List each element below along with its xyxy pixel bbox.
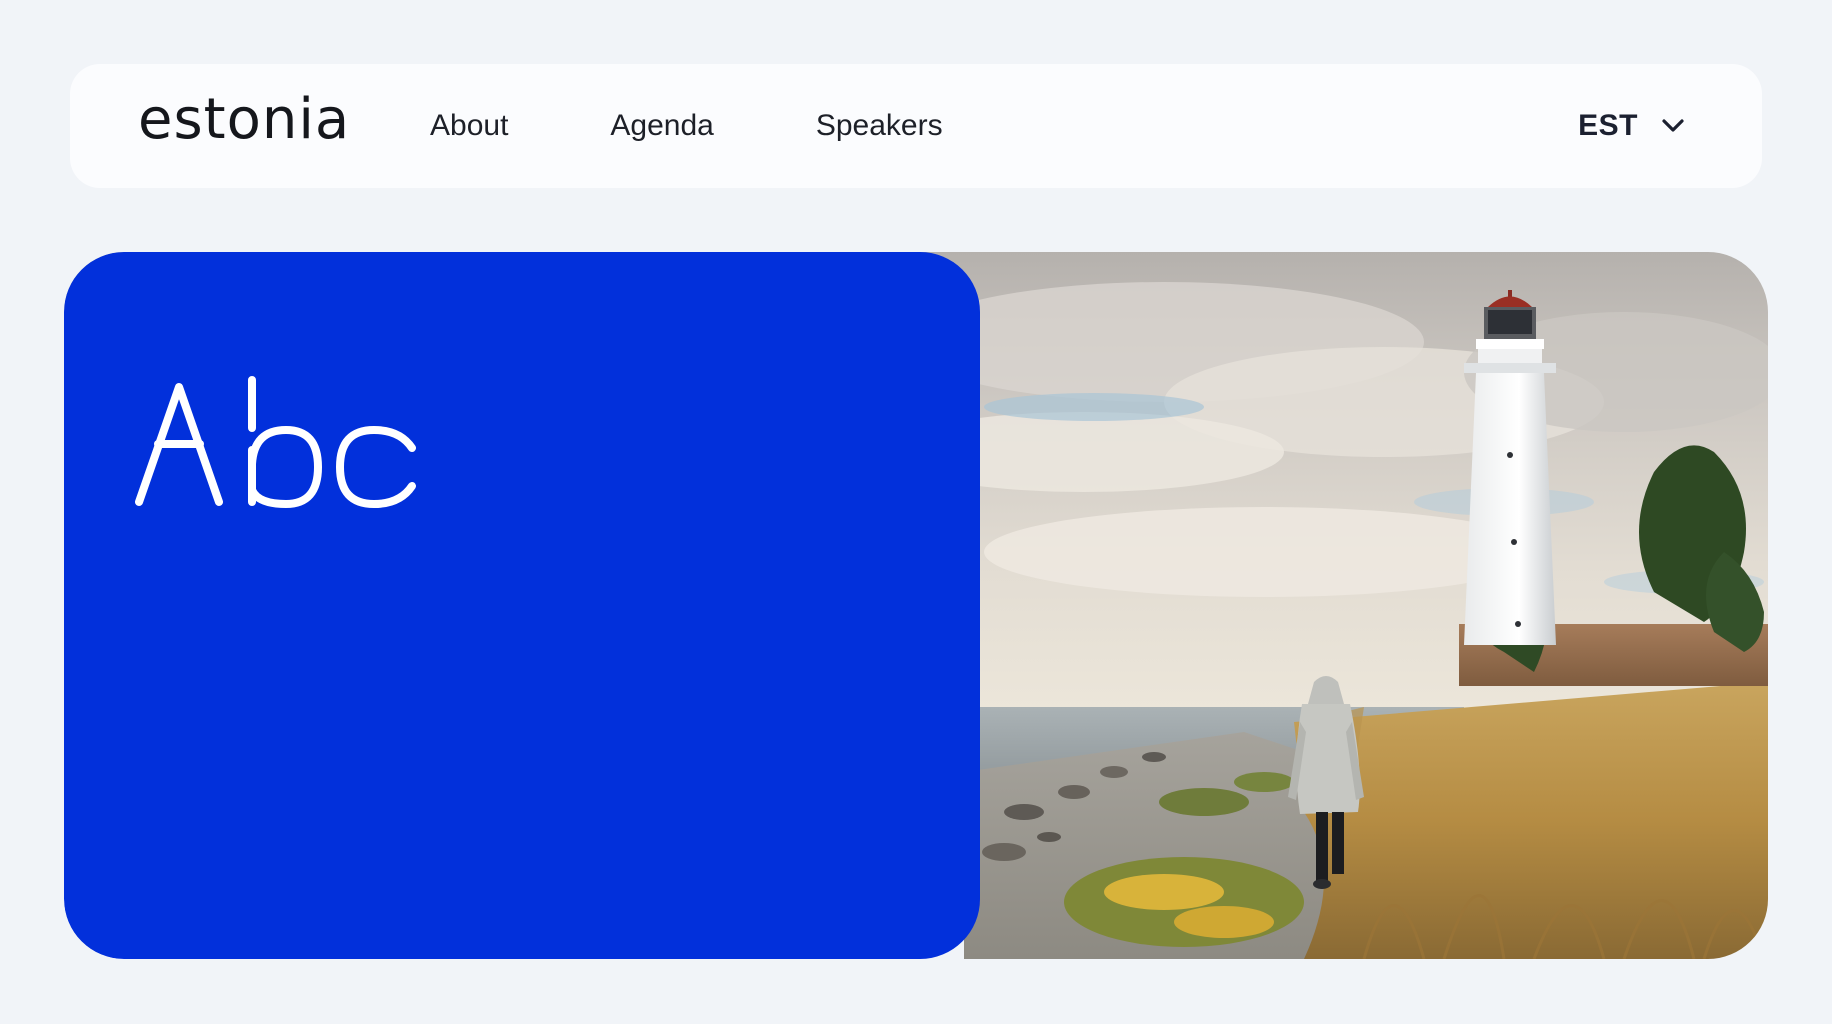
hero-headline: Abc xyxy=(134,372,434,512)
hero-card: Abc xyxy=(64,252,980,959)
hero-headline-text: Abc xyxy=(434,372,435,373)
page: estonia About Agenda Speakers EST xyxy=(0,0,1832,1024)
hero-headline-lettering xyxy=(135,376,416,508)
chevron-down-icon xyxy=(1662,119,1684,132)
brand-logo[interactable]: estonia xyxy=(138,92,350,148)
nav-link-agenda[interactable]: Agenda xyxy=(610,109,713,143)
nav-link-speakers[interactable]: Speakers xyxy=(816,109,943,143)
hero-section: Abc xyxy=(64,252,1768,959)
nav-links: About Agenda Speakers xyxy=(430,64,943,188)
nav-link-about[interactable]: About xyxy=(430,109,508,143)
top-navigation: estonia About Agenda Speakers EST xyxy=(70,64,1762,188)
language-selected: EST xyxy=(1578,109,1638,142)
language-selector[interactable]: EST xyxy=(1578,64,1686,188)
